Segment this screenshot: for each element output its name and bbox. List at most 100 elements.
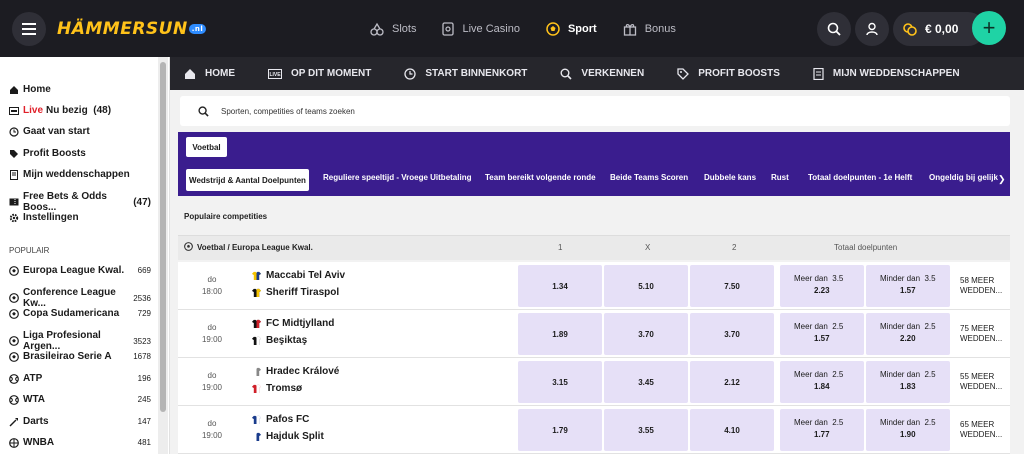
odds-under-button[interactable]: Minder dan 2.5 1.83	[866, 361, 950, 403]
away-team[interactable]: Beşiktaş	[252, 335, 307, 346]
deposit-button[interactable]: +	[972, 11, 1006, 45]
sidebar-item-home[interactable]: Home	[9, 84, 151, 95]
market-tab[interactable]: Team bereikt volgende ronde	[485, 173, 596, 182]
sport-nav-live[interactable]: LIVE OP DIT MOMENT	[268, 68, 371, 79]
sidebar-popular-item[interactable]: Darts 147	[9, 416, 151, 427]
search-icon	[560, 68, 572, 80]
odds-over-button[interactable]: Meer dan 2.5 1.57	[780, 313, 864, 355]
sport-nav-profit-boosts[interactable]: PROFIT BOOSTS	[677, 67, 780, 80]
home-team[interactable]: FC Midtjylland	[252, 318, 334, 329]
sidebar-item-live[interactable]: Live Nu bezig (48)	[9, 105, 151, 116]
top-nav-slots[interactable]: Slots	[370, 22, 416, 36]
away-team[interactable]: Hajduk Split	[252, 431, 324, 442]
more-bets-link[interactable]: 75 MEER WEDDEN...	[960, 324, 1006, 344]
sport-nav: HOME LIVE OP DIT MOMENT START BINNENKORT…	[170, 57, 1024, 90]
top-nav-live-casino[interactable]: Live Casino	[442, 21, 520, 36]
match-day: do	[207, 371, 217, 380]
dart-icon	[9, 417, 19, 427]
sidebar-popular-item[interactable]: Liga Profesional Argen... 3523	[9, 330, 151, 352]
sport-nav-home[interactable]: HOME	[184, 68, 235, 80]
search-icon	[198, 105, 209, 117]
sidebar-popular-item[interactable]: Europa League Kwal. 669	[9, 265, 151, 276]
sports-search-field[interactable]: Sporten, competities of teams zoeken	[180, 96, 1010, 126]
sidebar-popular-item[interactable]: WTA 245	[9, 394, 151, 405]
odds-draw-button[interactable]: 3.55	[604, 409, 688, 451]
odds-draw-button[interactable]: 3.70	[604, 313, 688, 355]
sidebar-popular-item[interactable]: WNBA 481	[9, 437, 151, 448]
football-icon	[9, 308, 19, 319]
market-tab[interactable]: Dubbele kans	[704, 173, 756, 182]
menu-button[interactable]	[12, 12, 46, 46]
market-tab-active[interactable]: Wedstrijd & Aantal Doelpunten	[186, 169, 309, 191]
odds-home-button[interactable]: 1.34	[518, 265, 602, 307]
goal-line: 3.5	[924, 274, 936, 283]
chevron-right-icon[interactable]: ❯	[998, 174, 1008, 184]
odds-home-button[interactable]: 1.89	[518, 313, 602, 355]
sport-chip-football[interactable]: Voetbal	[186, 137, 227, 157]
shirt-icon	[252, 367, 261, 376]
gift-icon	[623, 23, 636, 36]
odds-away-button[interactable]: 2.12	[690, 361, 774, 403]
football-icon	[9, 351, 19, 362]
sidebar-popular-item[interactable]: ATP 196	[9, 373, 151, 384]
odds-away-button[interactable]: 3.70	[690, 313, 774, 355]
top-nav-sport[interactable]: Sport	[546, 21, 597, 36]
odds-under-button[interactable]: Minder dan 3.5 1.57	[866, 265, 950, 307]
search-button[interactable]	[817, 12, 851, 46]
sidebar-item-my-bets[interactable]: Mijn weddenschappen	[9, 169, 151, 180]
tennis-icon	[9, 373, 19, 384]
under-odds: 1.90	[900, 430, 916, 439]
market-tab[interactable]: Totaal doelpunten - 1e Helft	[808, 173, 912, 182]
top-nav: Slots Live Casino Sport Bonus	[370, 0, 702, 57]
sidebar-item-profit-boosts[interactable]: Profit Boosts	[9, 148, 151, 159]
home-team[interactable]: Hradec Králové	[252, 366, 339, 377]
more-bets-link[interactable]: 58 MEER WEDDEN...	[960, 276, 1006, 296]
odds-draw-button[interactable]: 3.45	[604, 361, 688, 403]
more-bets-link[interactable]: 55 MEER WEDDEN...	[960, 372, 1006, 392]
sidebar-popular-item[interactable]: Copa Sudamericana 729	[9, 308, 151, 319]
goal-line: 2.5	[924, 418, 936, 427]
more-bets-link[interactable]: 65 MEER WEDDEN...	[960, 420, 1006, 440]
odds-under-button[interactable]: Minder dan 2.5 2.20	[866, 313, 950, 355]
sidebar-popular-heading: POPULAIR	[9, 246, 50, 255]
home-team[interactable]: Maccabi Tel Aviv	[252, 270, 345, 281]
sidebar-popular-item[interactable]: Conference League Kw... 2536	[9, 287, 151, 309]
odds-home-button[interactable]: 3.15	[518, 361, 602, 403]
odds-away-button[interactable]: 4.10	[690, 409, 774, 451]
live-label: Live	[23, 105, 44, 116]
odds-under-button[interactable]: Minder dan 2.5 1.90	[866, 409, 950, 451]
odds-over-button[interactable]: Meer dan 3.5 2.23	[780, 265, 864, 307]
balance-value: € 0,00	[925, 22, 959, 36]
home-team[interactable]: Pafos FC	[252, 414, 309, 425]
away-team[interactable]: Sheriff Tiraspol	[252, 287, 339, 298]
away-team[interactable]: Tromsø	[252, 383, 302, 394]
sidebar-item-starting-soon[interactable]: Gaat van start	[9, 126, 151, 137]
sidebar-popular-item[interactable]: Brasileirao Serie A 1678	[9, 351, 151, 362]
sidebar-item-free-bets[interactable]: Free Bets & Odds Boos... (47)	[9, 191, 151, 213]
sport-nav-explore[interactable]: VERKENNEN	[560, 68, 644, 80]
odds-draw-button[interactable]: 5.10	[604, 265, 688, 307]
market-tab[interactable]: Reguliere speeltijd - Vroege Uitbetaling	[323, 173, 471, 182]
shirt-icon	[252, 288, 261, 297]
sidebar-item-settings[interactable]: Instellingen	[9, 212, 151, 223]
logo[interactable]: HÄMMERSUN .nl	[57, 19, 207, 39]
top-nav-bonus[interactable]: Bonus	[623, 22, 676, 36]
over-odds: 1.84	[814, 382, 830, 391]
sport-nav-my-bets[interactable]: MIJN WEDDENSCHAPPEN	[813, 67, 960, 80]
market-tab[interactable]: Rust	[771, 173, 789, 182]
odds-over-button[interactable]: Meer dan 2.5 1.77	[780, 409, 864, 451]
market-tab[interactable]: Beide Teams Scoren	[610, 173, 688, 182]
col-total-goals-label: Totaal doelpunten	[834, 243, 898, 252]
under-label: Minder dan	[880, 274, 921, 283]
market-tab[interactable]: Ongeldig bij gelijkspel	[929, 173, 998, 182]
odds-away-button[interactable]: 7.50	[690, 265, 774, 307]
under-label: Minder dan	[880, 370, 921, 379]
odds-over-button[interactable]: Meer dan 2.5 1.84	[780, 361, 864, 403]
over-odds: 1.77	[814, 430, 830, 439]
odds-home-button[interactable]: 1.79	[518, 409, 602, 451]
sport-nav-starting-soon[interactable]: START BINNENKORT	[404, 67, 527, 80]
card-icon	[442, 21, 455, 36]
over-label: Meer dan	[794, 370, 828, 379]
sidebar-scrollbar-thumb[interactable]	[160, 62, 166, 412]
account-button[interactable]	[855, 12, 889, 46]
